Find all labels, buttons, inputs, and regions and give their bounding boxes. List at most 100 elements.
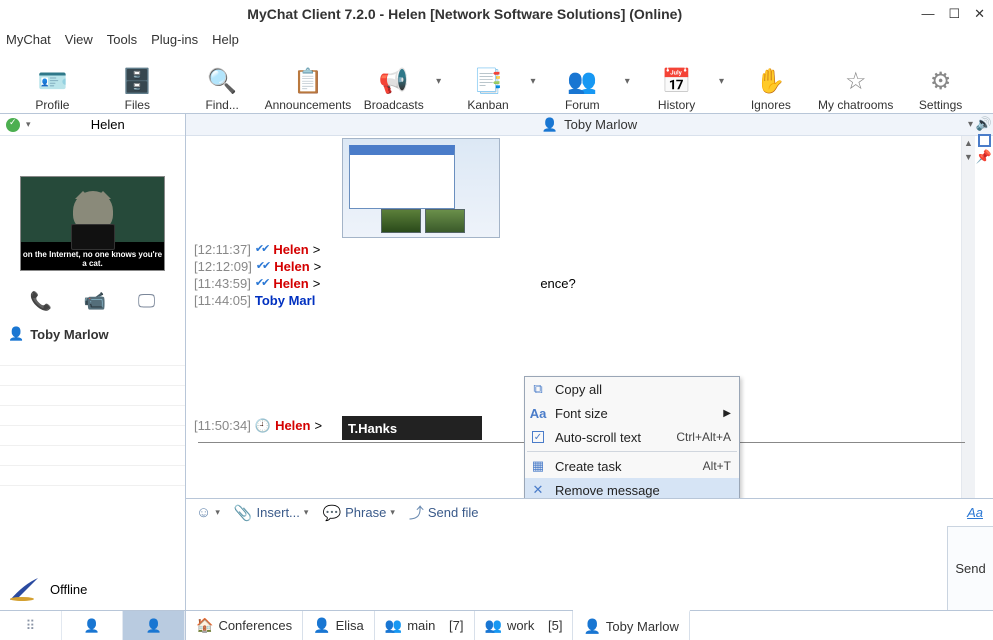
gear-icon: ⚙ — [930, 67, 952, 96]
person-icon: 👤 — [8, 326, 24, 342]
quill-icon — [8, 576, 42, 602]
phrase-icon: 💬 — [322, 504, 341, 522]
history-icon: 📅 — [662, 67, 692, 96]
sidebar-contact[interactable]: 👤 Toby Marlow — [0, 322, 185, 346]
chat-body: [12:11:37] ✔✔ Helen> [12:12:09] ✔✔ Helen… — [186, 136, 993, 498]
files-icon: 🗄️ — [122, 67, 152, 96]
context-menu: ⧉Copy all AaFont size▶ ✓Auto-scroll text… — [524, 376, 740, 498]
message-row[interactable]: [11:44:05] Toby Marl — [194, 293, 969, 308]
titlebar: MyChat Client 7.2.0 - Helen [Network Sof… — [0, 0, 993, 28]
delivered-icon: ✔✔ — [255, 276, 267, 289]
format-button[interactable]: Aa — [967, 505, 983, 520]
menu-auto-scroll[interactable]: ✓Auto-scroll textCtrl+Alt+A — [525, 425, 739, 449]
toolbar-broadcasts[interactable]: 📢Broadcasts — [351, 52, 436, 112]
sidebar-status-row[interactable]: ▾ Helen — [0, 114, 185, 136]
menu-plugins[interactable]: Plug-ins — [151, 32, 198, 47]
group-icon: 👥 — [385, 617, 402, 634]
phrase-button[interactable]: 💬Phrase▾ — [322, 504, 394, 522]
call-icon[interactable]: 📞 — [30, 291, 52, 312]
toolbar-mychatrooms[interactable]: ☆My chatrooms — [813, 52, 898, 112]
close-button[interactable]: ✕ — [974, 6, 985, 22]
forum-icon: 👥 — [567, 67, 597, 96]
send-button[interactable]: Send — [947, 526, 993, 610]
chat-header-name: Toby Marlow — [564, 117, 637, 132]
insert-button[interactable]: 📎Insert...▾ — [234, 504, 309, 522]
minimize-button[interactable]: — — [921, 6, 934, 22]
menu-copy-all[interactable]: ⧉Copy all — [525, 377, 739, 401]
sidebar-tab-1[interactable]: ⠿ — [0, 611, 62, 640]
window-controls: — ☐ ✕ — [921, 6, 985, 22]
find-icon: 🔍 — [207, 67, 237, 96]
person-icon: 👤 — [583, 618, 600, 635]
menu-create-task[interactable]: ▦Create taskAlt+T — [525, 454, 739, 478]
profile-icon: 🪪 — [37, 67, 67, 96]
broadcasts-dropdown[interactable]: ▾ — [436, 76, 445, 87]
tab-elisa[interactable]: 👤Elisa — [303, 611, 375, 640]
toolbar-history[interactable]: 📅History — [634, 52, 719, 112]
message-row[interactable]: [11:43:59] ✔✔ Helen> ence? — [194, 276, 969, 291]
app-title: MyChat Client 7.2.0 - Helen [Network Sof… — [8, 6, 921, 22]
task-icon: ▦ — [529, 458, 547, 474]
sidebar-bottom-tabs: ⠿ 👤 👤 — [0, 610, 185, 640]
message-input[interactable] — [186, 526, 947, 610]
maximize-button[interactable]: ☐ — [948, 6, 960, 22]
checkbox-icon: ✓ — [532, 431, 544, 443]
compose-row: Send — [186, 526, 993, 610]
sidebar-tab-3[interactable]: 👤 — [123, 611, 185, 640]
tab-main[interactable]: 👥main [7] — [375, 611, 475, 640]
tab-conferences[interactable]: 🏠Conferences — [186, 611, 303, 640]
video-icon[interactable]: 📹 — [84, 291, 106, 312]
toolbar-settings[interactable]: ⚙Settings — [898, 52, 983, 112]
sendfile-button[interactable]: ⤴Send file — [409, 502, 479, 523]
group-icon: 👥 — [485, 617, 502, 634]
sidebar-tab-2[interactable]: 👤 — [62, 611, 124, 640]
copy-icon: ⧉ — [529, 381, 547, 397]
menu-remove-message[interactable]: ✕Remove message — [525, 478, 739, 498]
kanban-dropdown[interactable]: ▾ — [530, 76, 539, 87]
home-icon: 🏠 — [196, 617, 213, 634]
star-icon: ☆ — [845, 67, 867, 96]
chat-area: 👤 Toby Marlow ▾ 🔊 📌 ▲ ▼ [12:11:37] ✔✔ He… — [186, 114, 993, 640]
offline-label: Offline — [50, 582, 87, 597]
toolbar-forum[interactable]: 👥Forum — [540, 52, 625, 112]
toolbar-find[interactable]: 🔍Find... — [180, 52, 265, 112]
menubar: MyChat View Tools Plug-ins Help — [0, 28, 993, 50]
image-preview[interactable] — [342, 138, 500, 238]
menu-view[interactable]: View — [65, 32, 93, 47]
message-row[interactable]: [12:12:09] ✔✔ Helen> — [194, 259, 969, 274]
attach-icon: 📎 — [234, 504, 253, 522]
delivered-icon: ✔✔ — [256, 259, 268, 272]
menu-mychat[interactable]: MyChat — [6, 32, 51, 47]
menu-font-size[interactable]: AaFont size▶ — [525, 401, 739, 425]
sound-icon[interactable]: 🔊 — [976, 116, 992, 132]
chat-header-dropdown[interactable]: ▾ — [968, 119, 973, 130]
menu-help[interactable]: Help — [212, 32, 239, 47]
kanban-icon: 📑 — [473, 67, 503, 96]
toolbar-profile[interactable]: 🪪Profile — [10, 52, 95, 112]
remove-icon: ✕ — [529, 482, 547, 498]
tab-work[interactable]: 👥work [5] — [475, 611, 574, 640]
upload-icon: ⤴ — [409, 502, 424, 523]
ignores-icon: ✋ — [756, 67, 786, 96]
emoji-icon: ☺ — [196, 504, 211, 521]
tab-toby[interactable]: 👤Toby Marlow — [573, 610, 689, 640]
person-icon: 👤 — [542, 117, 558, 133]
toolbar-kanban[interactable]: 📑Kanban — [446, 52, 531, 112]
announcements-icon: 📋 — [293, 67, 323, 96]
menu-separator — [527, 451, 737, 452]
message-row[interactable]: [12:11:37] ✔✔ Helen> — [194, 242, 969, 257]
toolbar-files[interactable]: 🗄️Files — [95, 52, 180, 112]
toolbar-ignores[interactable]: ✋Ignores — [728, 52, 813, 112]
toolbar-announcements[interactable]: 📋Announcements — [265, 52, 352, 112]
sidebar-offline-row[interactable]: Offline — [0, 568, 185, 610]
history-dropdown[interactable]: ▾ — [719, 76, 728, 87]
delivered-icon: ✔✔ — [255, 242, 267, 255]
forum-dropdown[interactable]: ▾ — [625, 76, 634, 87]
sidebar-username: Helen — [37, 117, 179, 132]
emoji-button[interactable]: ☺▾ — [196, 504, 220, 521]
status-dropdown-icon[interactable]: ▾ — [26, 119, 31, 130]
screen-icon[interactable]: 🖵 — [138, 291, 155, 312]
menu-tools[interactable]: Tools — [107, 32, 137, 47]
sidebar: ▾ Helen on the Internet, no one knows yo… — [0, 114, 186, 640]
sidebar-contact-name: Toby Marlow — [30, 327, 108, 342]
